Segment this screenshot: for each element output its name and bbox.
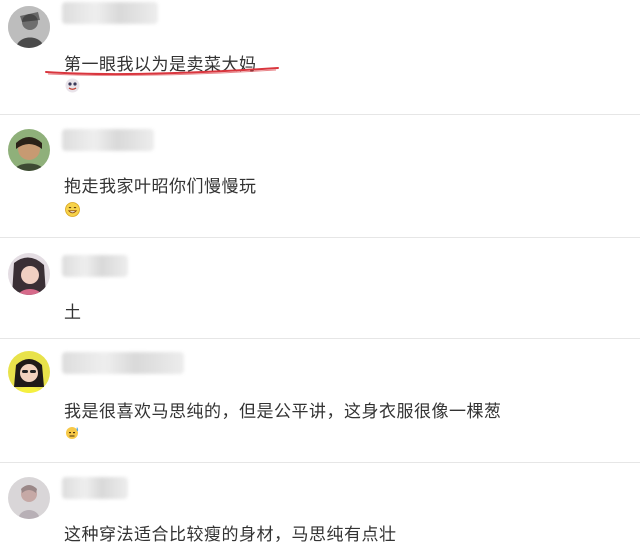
- username-blurred[interactable]: [62, 477, 128, 499]
- username-blurred[interactable]: [62, 352, 184, 374]
- sweat-emoji-icon: [65, 425, 80, 440]
- user-avatar[interactable]: [8, 477, 50, 519]
- avatar-person-icon: [8, 351, 50, 393]
- avatar-person-icon: [8, 6, 50, 48]
- username-blurred[interactable]: [62, 129, 154, 151]
- avatar-person-icon: [8, 253, 50, 295]
- comment-text: 土: [64, 303, 82, 323]
- sticker-emoji-icon: [65, 78, 80, 93]
- comment-item: 土: [0, 238, 640, 339]
- comment-item: 这种穿法适合比较瘦的身材，马思纯有点壮: [0, 463, 640, 556]
- user-avatar[interactable]: [8, 351, 50, 393]
- user-avatar[interactable]: [8, 6, 50, 48]
- comment-item: 我是很喜欢马思纯的，但是公平讲，这身衣服很像一棵葱: [0, 339, 640, 463]
- user-avatar[interactable]: [8, 129, 50, 171]
- user-avatar[interactable]: [8, 253, 50, 295]
- avatar-person-icon: [8, 477, 50, 519]
- comment-item: 抱走我家叶昭你们慢慢玩: [0, 115, 640, 238]
- comment-text: 这种穿法适合比较瘦的身材，马思纯有点壮: [64, 525, 397, 545]
- comment-text: 抱走我家叶昭你们慢慢玩: [64, 177, 257, 197]
- username-blurred[interactable]: [62, 255, 128, 277]
- smile-emoji-icon: [65, 202, 80, 217]
- username-blurred[interactable]: [62, 2, 158, 24]
- comment-text: 我是很喜欢马思纯的，但是公平讲，这身衣服很像一棵葱: [64, 402, 502, 422]
- comment-item: 第一眼我以为是卖菜大妈: [0, 0, 640, 115]
- avatar-person-icon: [8, 129, 50, 171]
